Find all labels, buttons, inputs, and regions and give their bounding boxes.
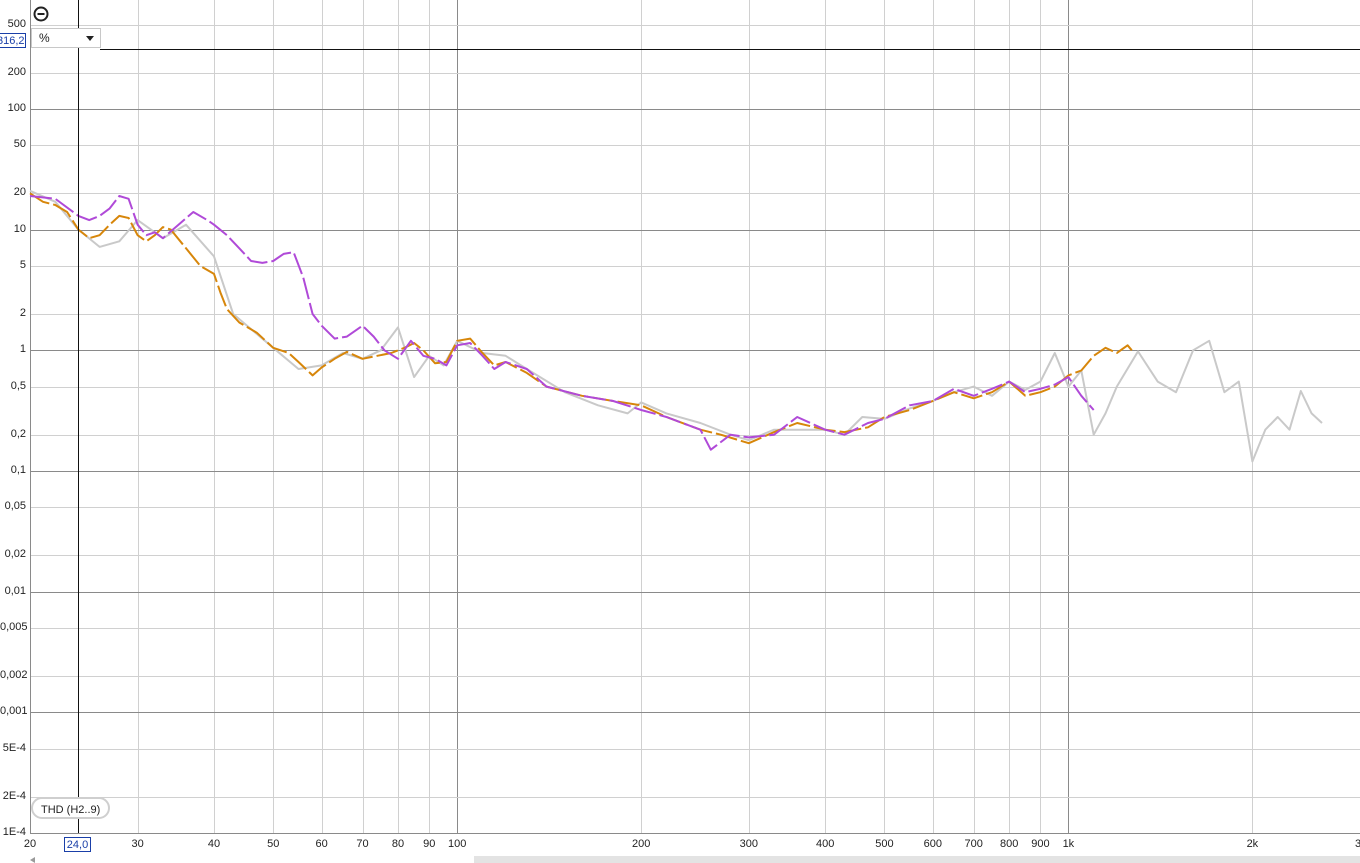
x-tick-label: 30 [131, 838, 144, 850]
cursor-x-readout[interactable]: 24,0 [64, 837, 91, 852]
x-tick-label: 400 [815, 838, 835, 850]
x-tick-label: 500 [875, 838, 894, 850]
y-tick-label: 2 [19, 307, 26, 319]
units-select-value: % [39, 31, 50, 45]
x-tick-label: 20 [23, 838, 37, 850]
x-tick-label: 60 [315, 838, 328, 850]
y-tick-label: 5E-4 [2, 742, 26, 754]
x-tick-label: 3 [1355, 838, 1360, 850]
x-tick-label: 900 [1031, 838, 1050, 850]
chart-cursor [78, 0, 1360, 833]
y-tick-label: 1 [19, 343, 26, 355]
x-tick-label: 70 [356, 838, 369, 850]
chart-grid [30, 0, 1360, 834]
x-tick-label: 200 [632, 838, 651, 850]
y-tick-label: 0,05 [4, 500, 26, 512]
y-tick-label: 500 [7, 18, 26, 30]
series-line-3 [29, 195, 1095, 451]
y-tick-label: 20 [13, 186, 26, 198]
y-tick-label: 0,2 [10, 428, 26, 440]
y-tick-label: 50 [13, 138, 26, 150]
y-tick-label: 5 [19, 259, 26, 271]
y-tick-label: 0,02 [4, 548, 26, 560]
horizontal-scrollbar[interactable] [474, 856, 1360, 863]
units-select[interactable]: % [31, 28, 101, 48]
zoom-out-button[interactable] [33, 6, 49, 22]
dropdown-arrow-icon [86, 36, 94, 41]
y-tick-label: 0,005 [0, 621, 28, 633]
x-tick-label: 90 [423, 838, 436, 850]
y-tick-label: 0,01 [4, 585, 26, 597]
y-tick-label: 0,002 [0, 669, 28, 681]
x-tick-label: 300 [739, 838, 758, 850]
y-tick-label: 1E-4 [2, 826, 26, 838]
x-tick-label: 2k [1246, 838, 1259, 850]
x-tick-label: 1k [1062, 838, 1075, 850]
y-tick-label: 0,1 [10, 464, 26, 476]
y-tick-label: 0,5 [10, 380, 26, 392]
cursor-y-readout[interactable]: 316,2 [0, 33, 26, 48]
x-tick-label: 800 [999, 838, 1019, 850]
x-tick-label: 50 [267, 838, 280, 850]
y-tick-label: 2E-4 [2, 790, 26, 802]
y-tick-label: 200 [7, 66, 26, 78]
y-tick-label: 10 [13, 223, 26, 235]
y-tick-label: 100 [7, 102, 26, 114]
x-tick-label: 700 [964, 838, 983, 850]
x-tick-label: 80 [391, 838, 405, 850]
thd-chart[interactable] [0, 0, 1360, 863]
y-tick-label: 0,001 [0, 705, 28, 717]
x-tick-label: 600 [923, 838, 942, 850]
zoom-out-icon [33, 6, 49, 22]
scroll-left-icon[interactable] [30, 857, 35, 863]
chart-series [29, 189, 1323, 463]
legend-badge[interactable]: THD (H2..9) [31, 797, 111, 819]
x-tick-label: 40 [207, 838, 221, 850]
x-tick-label: 100 [448, 838, 467, 850]
